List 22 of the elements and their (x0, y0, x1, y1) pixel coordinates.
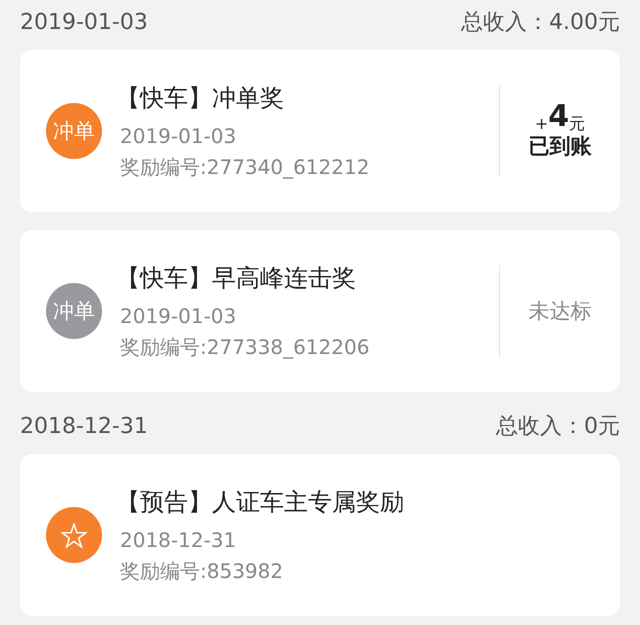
reward-id: 奖励编号:277340_612212 (120, 154, 370, 180)
badge: 冲单 (46, 103, 102, 159)
reward-date: 2019-01-03 (120, 304, 238, 328)
status-label: 未达标 (528, 298, 592, 325)
reward-date: 2019-01-03 (120, 124, 238, 148)
reward-date: 2018-12-31 (120, 528, 238, 552)
amount: +4元 (534, 102, 586, 132)
reward-title: 【预告】人证车主专属奖励 (116, 486, 405, 518)
total-income: 总收入：4.00元 (461, 9, 620, 37)
reward-card[interactable]: 冲单 【快车】冲单奖 2019-01-03 奖励编号:277340_612212 +4元 已到账 (20, 50, 620, 212)
total-income: 总收入：0元 (496, 413, 620, 441)
reward-title: 【快车】早高峰连击奖 (116, 262, 357, 294)
group-date: 2018-12-31 (20, 414, 148, 438)
group-date: 2019-01-03 (20, 10, 148, 34)
reward-card[interactable]: 【预告】人证车主专属奖励 2018-12-31 奖励编号:853982 (20, 454, 620, 616)
reward-title: 【快车】冲单奖 (116, 82, 285, 114)
badge: 冲单 (46, 283, 102, 339)
star-icon (61, 522, 87, 548)
reward-id: 奖励编号:277338_612206 (120, 334, 370, 360)
reward-card[interactable]: 冲单 【快车】早高峰连击奖 2019-01-03 奖励编号:277338_612206 未达标 (20, 230, 620, 392)
status-label: 已到账 (528, 133, 592, 160)
reward-id: 奖励编号:853982 (120, 558, 284, 584)
